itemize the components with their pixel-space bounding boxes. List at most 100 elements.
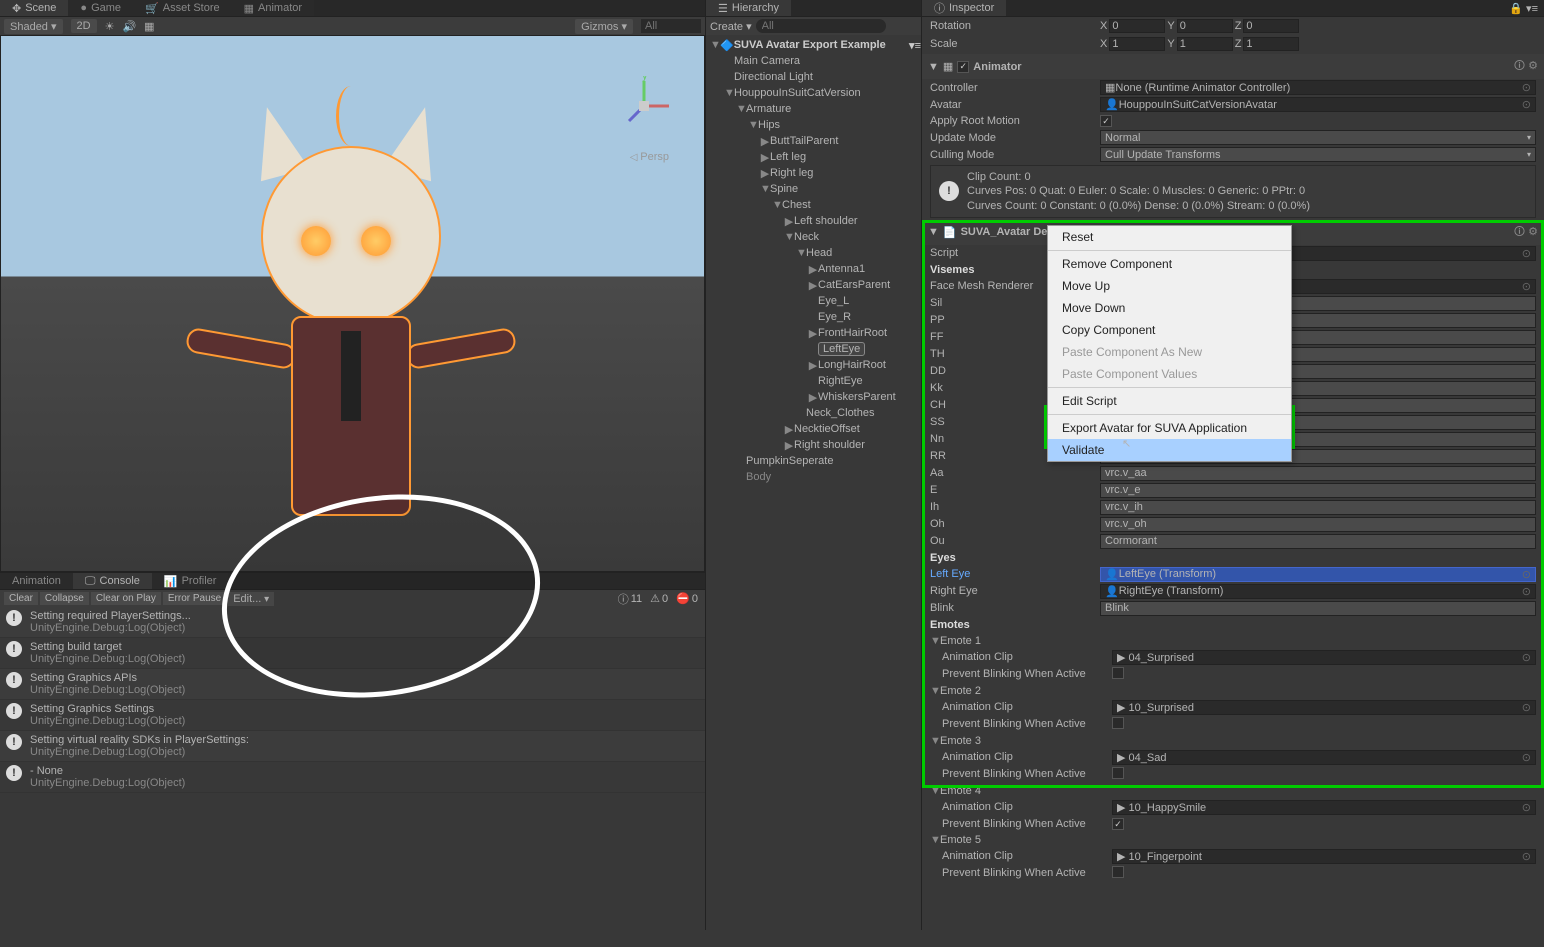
hierarchy-item[interactable]: ▶NecktieOffset [706, 421, 921, 437]
hierarchy-item[interactable]: RightEye [706, 373, 921, 389]
hierarchy-item[interactable]: Body [706, 469, 921, 485]
animation-clip-field[interactable]: ▶ 10_Fingerpoint⊙ [1112, 849, 1536, 864]
hierarchy-item[interactable]: ▶WhiskersParent [706, 389, 921, 405]
viseme-field[interactable]: Cormorant [1100, 534, 1536, 549]
emote-foldout[interactable]: ▼Emote 3 [922, 733, 1544, 749]
prevent-blink-checkbox[interactable] [1112, 866, 1124, 878]
viseme-field[interactable]: vrc.v_ih [1100, 500, 1536, 515]
hierarchy-item[interactable]: Eye_R [706, 309, 921, 325]
collapse-button[interactable]: Collapse [40, 592, 89, 605]
rotation-z-input[interactable] [1243, 19, 1299, 33]
tab-scene[interactable]: ✥ Scene [0, 0, 68, 16]
context-menu-item[interactable]: Remove Component [1048, 253, 1291, 275]
fx-icon[interactable]: ▦ [144, 20, 154, 33]
animation-clip-field[interactable]: ▶ 10_HappySmile⊙ [1112, 800, 1536, 815]
animator-enabled-checkbox[interactable] [957, 61, 969, 73]
hierarchy-item[interactable]: ▶ButtTailParent [706, 133, 921, 149]
info-count[interactable]: ⓘ 11 [615, 591, 645, 607]
hierarchy-item[interactable]: Directional Light [706, 69, 921, 85]
hierarchy-item[interactable]: ▼Chest [706, 197, 921, 213]
hierarchy-item[interactable]: PumpkinSeperate [706, 453, 921, 469]
righteye-field[interactable]: 👤 RightEye (Transform)⊙ [1100, 584, 1536, 599]
hierarchy-item[interactable]: ▶Left leg [706, 149, 921, 165]
avatar-field[interactable]: 👤 HouppouInSuitCatVersionAvatar⊙ [1100, 97, 1536, 112]
avatar-model[interactable] [161, 76, 541, 566]
prevent-blink-checkbox[interactable] [1112, 767, 1124, 779]
context-menu-item[interactable]: Export Avatar for SUVA Application [1048, 417, 1291, 439]
animator-component-header[interactable]: ▼▦ Animator 🛈 ⚙ [922, 54, 1544, 79]
gizmos-dropdown[interactable]: Gizmos ▾ [575, 19, 633, 34]
twod-toggle[interactable]: 2D [71, 19, 97, 33]
hierarchy-search-input[interactable] [756, 19, 886, 33]
error-count[interactable]: ⛔ 0 [673, 591, 701, 607]
tab-asset-store[interactable]: 🛒 Asset Store [133, 0, 232, 16]
prevent-blink-checkbox[interactable] [1112, 818, 1124, 830]
emote-foldout[interactable]: ▼Emote 5 [922, 832, 1544, 848]
viseme-field[interactable]: vrc.v_oh [1100, 517, 1536, 532]
hierarchy-item[interactable]: ▼HouppouInSuitCatVersion [706, 85, 921, 101]
clear-on-play-button[interactable]: Clear on Play [91, 592, 161, 605]
context-menu-item[interactable]: Validate [1048, 439, 1291, 461]
hierarchy-item[interactable]: ▶Right shoulder [706, 437, 921, 453]
log-entry[interactable]: !Setting build targetUnityEngine.Debug:L… [0, 638, 705, 669]
hierarchy-item[interactable]: Eye_L [706, 293, 921, 309]
log-entry[interactable]: !Setting required PlayerSettings...Unity… [0, 607, 705, 638]
hierarchy-item[interactable]: ▶Antenna1 [706, 261, 921, 277]
error-pause-button[interactable]: Error Pause [163, 592, 226, 605]
light-icon[interactable]: ☀ [105, 20, 115, 33]
tab-profiler[interactable]: 📊 Profiler [152, 573, 229, 589]
context-menu-item[interactable]: Move Up [1048, 275, 1291, 297]
context-menu-item[interactable]: Reset [1048, 226, 1291, 248]
orientation-gizmo[interactable]: y [614, 76, 674, 136]
emote-foldout[interactable]: ▼Emote 4 [922, 783, 1544, 799]
hierarchy-item[interactable]: ▶CatEarsParent [706, 277, 921, 293]
viseme-field[interactable]: vrc.v_aa [1100, 466, 1536, 481]
projection-label[interactable]: ◁ Persp [630, 151, 669, 163]
scene-search-input[interactable] [641, 19, 701, 33]
gear-icon[interactable]: 🛈 ⚙ [1514, 223, 1538, 242]
emote-foldout[interactable]: ▼Emote 1 [922, 633, 1544, 649]
scene-root[interactable]: ▼🔷 SUVA Avatar Export Example▾≡ [706, 37, 921, 53]
scene-viewport[interactable]: y ◁ Persp [0, 35, 705, 572]
scale-y-input[interactable] [1177, 37, 1233, 51]
hierarchy-item[interactable]: Neck_Clothes [706, 405, 921, 421]
viseme-field[interactable]: vrc.v_e [1100, 483, 1536, 498]
create-dropdown[interactable]: Create ▾ [710, 20, 752, 33]
emote-foldout[interactable]: ▼Emote 2 [922, 683, 1544, 699]
hierarchy-item[interactable]: ▶LongHairRoot [706, 357, 921, 373]
apply-root-checkbox[interactable] [1100, 115, 1112, 127]
hierarchy-item[interactable]: ▶Right leg [706, 165, 921, 181]
culling-mode-dropdown[interactable]: Cull Update Transforms▾ [1100, 147, 1536, 162]
log-entry[interactable]: !- NoneUnityEngine.Debug:Log(Object) [0, 762, 705, 793]
rotation-y-input[interactable] [1177, 19, 1233, 33]
log-entry[interactable]: !Setting Graphics SettingsUnityEngine.De… [0, 700, 705, 731]
animation-clip-field[interactable]: ▶ 10_Surprised⊙ [1112, 700, 1536, 715]
hierarchy-item[interactable]: ▼Spine [706, 181, 921, 197]
tab-console[interactable]: 🖵 Console [73, 573, 152, 589]
hierarchy-item[interactable]: ▼Hips [706, 117, 921, 133]
animation-clip-field[interactable]: ▶ 04_Sad⊙ [1112, 750, 1536, 765]
hierarchy-item[interactable]: ▶FrontHairRoot [706, 325, 921, 341]
scale-x-input[interactable] [1109, 37, 1165, 51]
tab-hierarchy[interactable]: ☰ Hierarchy [706, 0, 791, 16]
hierarchy-item[interactable]: LeftEye [706, 341, 921, 357]
update-mode-dropdown[interactable]: Normal▾ [1100, 130, 1536, 145]
scale-z-input[interactable] [1243, 37, 1299, 51]
editor-dropdown[interactable]: Edit... ▾ [228, 592, 274, 606]
tab-game[interactable]: ● Game [68, 0, 133, 16]
context-menu-item[interactable]: Copy Component [1048, 319, 1291, 341]
rotation-x-input[interactable] [1109, 19, 1165, 33]
lock-icon[interactable]: 🔒 ▾≡ [1503, 0, 1544, 16]
prevent-blink-checkbox[interactable] [1112, 717, 1124, 729]
animation-clip-field[interactable]: ▶ 04_Surprised⊙ [1112, 650, 1536, 665]
clear-button[interactable]: Clear [4, 592, 38, 605]
prevent-blink-checkbox[interactable] [1112, 667, 1124, 679]
lefteye-field[interactable]: 👤 LeftEye (Transform)⊙ [1100, 567, 1536, 582]
hierarchy-item[interactable]: ▶Left shoulder [706, 213, 921, 229]
hierarchy-item[interactable]: ▼Neck [706, 229, 921, 245]
context-menu-item[interactable]: Edit Script [1048, 390, 1291, 412]
context-menu-item[interactable]: Move Down [1048, 297, 1291, 319]
warn-count[interactable]: ⚠ 0 [647, 591, 671, 607]
gear-icon[interactable]: 🛈 ⚙ [1514, 57, 1538, 76]
log-entry[interactable]: !Setting virtual reality SDKs in PlayerS… [0, 731, 705, 762]
